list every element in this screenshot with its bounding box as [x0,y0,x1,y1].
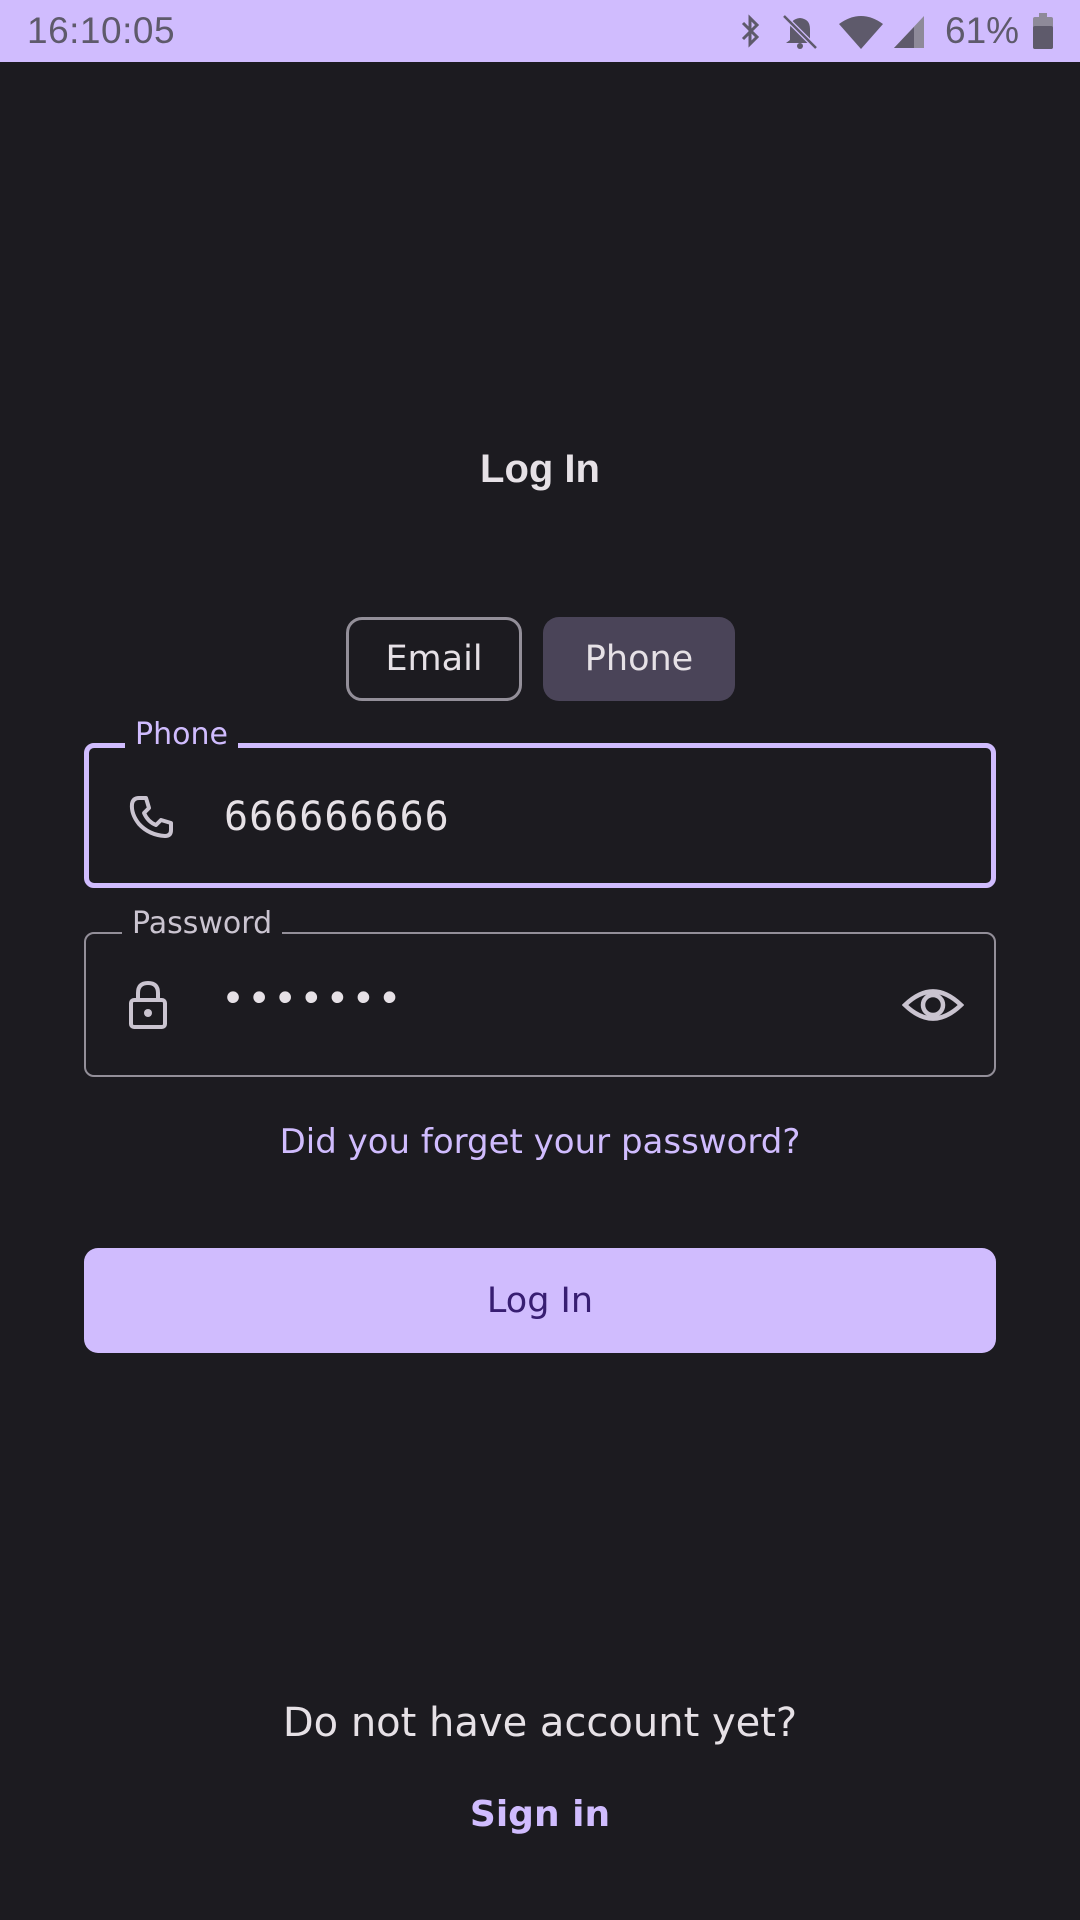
notifications-off-icon [782,14,818,50]
password-input-value[interactable]: ••••••• [221,976,404,1022]
page-title: Log In [480,447,600,491]
phone-icon [129,796,173,838]
tab-email[interactable]: Email [346,617,522,701]
battery-icon [1033,13,1053,49]
cell-signal-icon [894,16,924,48]
phone-input-value[interactable]: 666666666 [224,794,450,840]
no-account-prompt: Do not have account yet? [282,1700,798,1746]
phone-field-label: Phone [125,717,238,752]
battery-percent: 61% [945,10,1020,51]
sign-in-link[interactable]: Sign in [0,1794,1080,1835]
bluetooth-icon [741,14,760,48]
status-bar: 16:10:05 61% [0,0,1080,62]
forgot-password-link[interactable]: Did you forget your password? [0,1122,1080,1162]
status-time: 16:10:05 [27,10,176,51]
tab-phone[interactable]: Phone [543,617,735,701]
login-button[interactable]: Log In [84,1248,996,1353]
lock-icon [129,980,167,1029]
eye-icon[interactable] [902,974,964,1036]
password-field[interactable]: Password ••••••• [84,906,996,1077]
phone-field[interactable]: Phone 666666666 [84,717,996,888]
password-field-label: Password [122,906,283,941]
status-icons: 61% [700,0,1080,62]
wifi-icon [839,16,883,49]
